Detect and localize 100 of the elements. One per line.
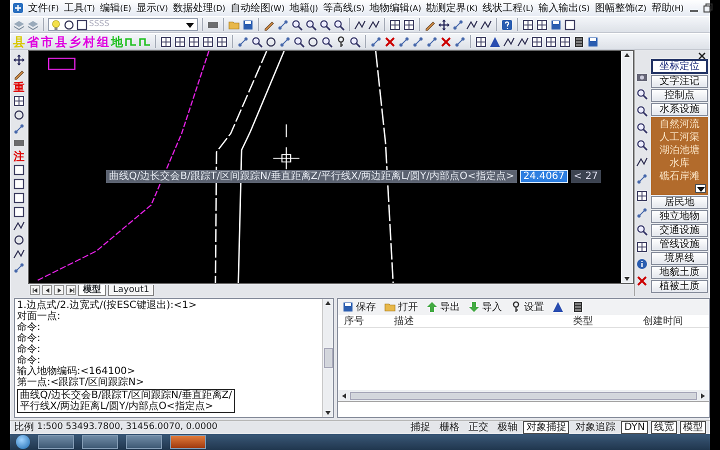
magnifier-icon[interactable] — [291, 18, 303, 30]
scroll-down-icon[interactable] — [324, 409, 332, 417]
grid-icon[interactable] — [160, 36, 172, 48]
status-toggle[interactable]: 栅格 — [436, 421, 462, 434]
vertical-scrollbar[interactable] — [621, 51, 633, 283]
command-scrollbar[interactable] — [322, 299, 333, 417]
first-tab-button[interactable] — [30, 285, 40, 295]
polyline-icon[interactable] — [368, 18, 380, 30]
square-icon[interactable] — [13, 192, 25, 204]
horizontal-scrollbar[interactable] — [338, 390, 709, 401]
category-button[interactable]: 坐标定位 — [651, 59, 708, 74]
toolbar-button[interactable]: 设置 — [510, 301, 544, 313]
grid-icon[interactable] — [531, 36, 543, 48]
polyline-icon[interactable] — [480, 18, 492, 30]
node-icon[interactable] — [398, 36, 410, 48]
polyline-icon[interactable] — [13, 220, 25, 232]
grid-icon[interactable] — [216, 36, 228, 48]
polyline-icon[interactable] — [354, 18, 366, 30]
info-icon[interactable] — [636, 258, 648, 270]
toolbar-button[interactable]: 导出 — [426, 301, 460, 313]
node-icon[interactable] — [452, 18, 464, 30]
status-toggle[interactable]: 模型 — [680, 421, 706, 434]
cross-icon[interactable] — [440, 36, 452, 48]
toolbar-button[interactable]: 导入 — [468, 301, 502, 313]
category-button[interactable]: 独立地物 — [651, 210, 708, 223]
close-icon[interactable] — [696, 50, 708, 62]
grid-icon[interactable] — [389, 18, 401, 30]
grid-icon[interactable] — [202, 36, 214, 48]
film-icon[interactable] — [572, 301, 584, 313]
next-tab-button[interactable] — [54, 285, 64, 295]
node-icon[interactable] — [412, 36, 424, 48]
circle-icon[interactable] — [13, 109, 25, 121]
status-toggle[interactable]: 线宽 — [651, 421, 677, 434]
menu-item[interactable]: 线状工程(L) — [482, 2, 534, 14]
grid-icon[interactable] — [545, 36, 557, 48]
grid-icon[interactable] — [559, 36, 571, 48]
toolbar-button[interactable]: 保存 — [342, 301, 376, 313]
polyline-icon[interactable] — [503, 36, 515, 48]
grid-icon[interactable] — [636, 190, 648, 202]
status-toggle[interactable]: 对象追踪 — [572, 421, 618, 434]
key-icon[interactable] — [335, 36, 347, 48]
magnifier-icon[interactable] — [319, 18, 331, 30]
node-icon[interactable] — [636, 207, 648, 219]
grid-icon[interactable] — [475, 36, 487, 48]
magnifier-icon[interactable] — [349, 36, 361, 48]
menu-item[interactable]: 图幅整饰(Z) — [594, 2, 648, 14]
camera-icon[interactable] — [636, 71, 648, 83]
node-icon[interactable] — [13, 262, 25, 274]
scroll-down-icon[interactable] — [623, 275, 631, 283]
start-orb-icon[interactable] — [16, 435, 30, 449]
tool-label[interactable]: 重 — [14, 82, 24, 93]
cross-icon[interactable] — [636, 275, 648, 287]
polyline-icon[interactable] — [636, 156, 648, 168]
circle-icon[interactable] — [307, 36, 319, 48]
magnifier-icon[interactable] — [333, 18, 345, 30]
node-icon[interactable] — [426, 36, 438, 48]
grid-icon[interactable] — [403, 18, 415, 30]
menu-item[interactable]: 自动绘图(W) — [229, 2, 286, 14]
move-icon[interactable] — [13, 54, 25, 66]
polyline-icon[interactable] — [466, 18, 478, 30]
category-button[interactable]: 水系设施 — [651, 103, 708, 116]
menu-item[interactable]: 数据处理(D) — [172, 2, 226, 14]
category-button[interactable]: 控制点 — [651, 89, 708, 102]
scrollbar-thumb[interactable] — [324, 348, 332, 368]
layout-tab[interactable]: 模型 — [78, 284, 106, 296]
menu-item[interactable]: 显示(V) — [135, 2, 169, 14]
menu-item[interactable]: 工具(T) — [62, 2, 96, 14]
magnifier-icon[interactable] — [293, 36, 305, 48]
category-button[interactable]: 管线设施 — [651, 238, 708, 251]
category-button[interactable]: 交通设施 — [651, 224, 708, 237]
node-icon[interactable] — [636, 173, 648, 185]
magnifier-icon[interactable] — [636, 122, 648, 134]
category-button[interactable]: 境界线 — [651, 252, 708, 265]
previous-tab-button[interactable] — [42, 285, 52, 295]
polyline-icon[interactable] — [517, 36, 529, 48]
toolbar-button[interactable]: 打开 — [384, 301, 418, 313]
node-icon[interactable] — [370, 36, 382, 48]
grid-icon[interactable] — [174, 36, 186, 48]
magnifier-icon[interactable] — [636, 224, 648, 236]
layers-icon[interactable] — [27, 18, 39, 30]
scroll-up-icon[interactable] — [324, 299, 332, 307]
status-toggle[interactable]: 极轴 — [494, 421, 520, 434]
triangle-icon[interactable] — [552, 301, 564, 313]
node-icon[interactable] — [277, 18, 289, 30]
layers-icon[interactable] — [13, 18, 25, 30]
category-button[interactable]: 文字注记 — [651, 75, 708, 88]
menu-item[interactable]: 地物编辑(A) — [368, 2, 422, 14]
square-icon[interactable] — [564, 18, 576, 30]
menu-item[interactable]: 输入输出(S) — [537, 2, 591, 14]
category-button[interactable]: 植被土质 — [651, 280, 708, 293]
square-icon[interactable] — [13, 164, 25, 176]
grid-icon[interactable] — [636, 241, 648, 253]
grid-icon[interactable] — [522, 18, 534, 30]
tool-label[interactable]: 注 — [14, 151, 24, 162]
status-toggle[interactable]: 对象捕捉 — [523, 421, 570, 434]
triangle-icon[interactable] — [489, 36, 501, 48]
menu-item[interactable]: 等高线(S) — [322, 2, 366, 14]
magnifier-icon[interactable] — [636, 139, 648, 151]
magnifier-icon[interactable] — [636, 88, 648, 100]
square-icon[interactable] — [13, 178, 25, 190]
